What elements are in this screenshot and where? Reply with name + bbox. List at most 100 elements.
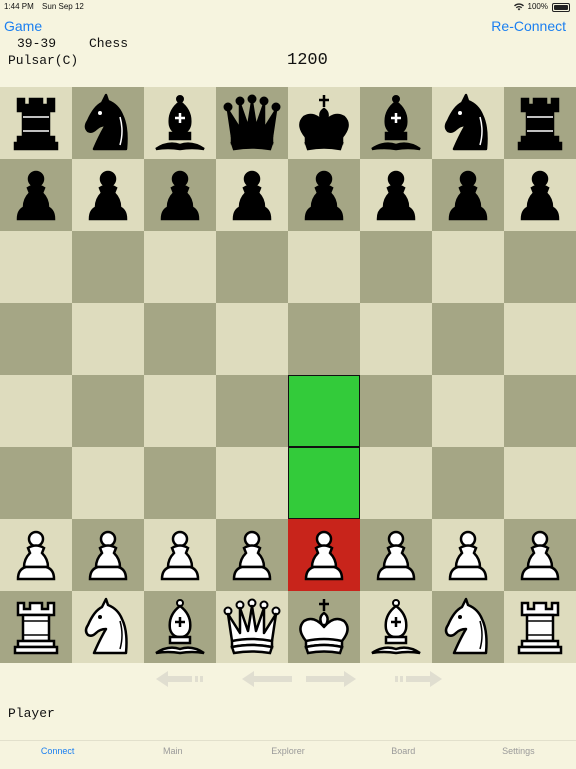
black-king-icon[interactable]: [292, 91, 356, 155]
square-h5[interactable]: [504, 303, 576, 375]
white-pawn-icon[interactable]: [436, 523, 500, 587]
black-bishop-icon[interactable]: [364, 91, 428, 155]
square-b4[interactable]: [72, 375, 144, 447]
square-a5[interactable]: [0, 303, 72, 375]
square-b2[interactable]: [72, 519, 144, 591]
black-pawn-icon[interactable]: [508, 163, 572, 227]
black-queen-icon[interactable]: [220, 91, 284, 155]
tab-connect[interactable]: Connect: [0, 741, 115, 769]
black-rook-icon[interactable]: [4, 91, 68, 155]
square-e2[interactable]: [288, 519, 360, 591]
tab-explorer[interactable]: Explorer: [230, 741, 345, 769]
square-c4[interactable]: [144, 375, 216, 447]
square-e8[interactable]: [288, 87, 360, 159]
square-h8[interactable]: [504, 87, 576, 159]
square-c2[interactable]: [144, 519, 216, 591]
white-bishop-icon[interactable]: [364, 595, 428, 659]
square-b8[interactable]: [72, 87, 144, 159]
last-move-arrow-icon[interactable]: [390, 668, 444, 690]
square-d8[interactable]: [216, 87, 288, 159]
first-move-arrow-icon[interactable]: [154, 668, 208, 690]
square-g3[interactable]: [432, 447, 504, 519]
square-b3[interactable]: [72, 447, 144, 519]
white-pawn-icon[interactable]: [4, 523, 68, 587]
white-knight-icon[interactable]: [436, 595, 500, 659]
square-g1[interactable]: [432, 591, 504, 663]
reconnect-button[interactable]: Re-Connect: [491, 18, 566, 34]
square-a4[interactable]: [0, 375, 72, 447]
black-rook-icon[interactable]: [508, 91, 572, 155]
white-pawn-icon[interactable]: [76, 523, 140, 587]
square-h4[interactable]: [504, 375, 576, 447]
square-c1[interactable]: [144, 591, 216, 663]
square-b7[interactable]: [72, 159, 144, 231]
white-pawn-icon[interactable]: [508, 523, 572, 587]
square-e4[interactable]: [288, 375, 360, 447]
black-pawn-icon[interactable]: [220, 163, 284, 227]
black-bishop-icon[interactable]: [148, 91, 212, 155]
game-button[interactable]: Game: [4, 18, 42, 34]
white-pawn-icon[interactable]: [220, 523, 284, 587]
square-g5[interactable]: [432, 303, 504, 375]
square-e6[interactable]: [288, 231, 360, 303]
square-g6[interactable]: [432, 231, 504, 303]
square-g4[interactable]: [432, 375, 504, 447]
square-d4[interactable]: [216, 375, 288, 447]
square-a8[interactable]: [0, 87, 72, 159]
square-b6[interactable]: [72, 231, 144, 303]
square-f6[interactable]: [360, 231, 432, 303]
prev-move-arrow-icon[interactable]: [240, 668, 294, 690]
white-queen-icon[interactable]: [220, 595, 284, 659]
black-knight-icon[interactable]: [436, 91, 500, 155]
black-knight-icon[interactable]: [76, 91, 140, 155]
square-a6[interactable]: [0, 231, 72, 303]
square-g2[interactable]: [432, 519, 504, 591]
white-rook-icon[interactable]: [508, 595, 572, 659]
square-a2[interactable]: [0, 519, 72, 591]
white-pawn-icon[interactable]: [148, 523, 212, 587]
square-f2[interactable]: [360, 519, 432, 591]
square-c7[interactable]: [144, 159, 216, 231]
square-e7[interactable]: [288, 159, 360, 231]
square-e5[interactable]: [288, 303, 360, 375]
white-pawn-icon[interactable]: [292, 523, 356, 587]
square-h6[interactable]: [504, 231, 576, 303]
black-pawn-icon[interactable]: [292, 163, 356, 227]
square-f1[interactable]: [360, 591, 432, 663]
square-b5[interactable]: [72, 303, 144, 375]
square-d3[interactable]: [216, 447, 288, 519]
square-d7[interactable]: [216, 159, 288, 231]
square-f5[interactable]: [360, 303, 432, 375]
square-c3[interactable]: [144, 447, 216, 519]
tab-main[interactable]: Main: [115, 741, 230, 769]
square-e3[interactable]: [288, 447, 360, 519]
square-a7[interactable]: [0, 159, 72, 231]
next-move-arrow-icon[interactable]: [304, 668, 358, 690]
square-a3[interactable]: [0, 447, 72, 519]
square-f7[interactable]: [360, 159, 432, 231]
square-h1[interactable]: [504, 591, 576, 663]
square-h7[interactable]: [504, 159, 576, 231]
square-g7[interactable]: [432, 159, 504, 231]
square-f4[interactable]: [360, 375, 432, 447]
black-pawn-icon[interactable]: [364, 163, 428, 227]
tab-board[interactable]: Board: [346, 741, 461, 769]
square-d2[interactable]: [216, 519, 288, 591]
square-d6[interactable]: [216, 231, 288, 303]
square-c6[interactable]: [144, 231, 216, 303]
square-c8[interactable]: [144, 87, 216, 159]
white-rook-icon[interactable]: [4, 595, 68, 659]
white-pawn-icon[interactable]: [364, 523, 428, 587]
black-pawn-icon[interactable]: [76, 163, 140, 227]
square-g8[interactable]: [432, 87, 504, 159]
square-f3[interactable]: [360, 447, 432, 519]
square-h2[interactable]: [504, 519, 576, 591]
square-d5[interactable]: [216, 303, 288, 375]
chess-board[interactable]: [0, 87, 576, 663]
white-knight-icon[interactable]: [76, 595, 140, 659]
square-d1[interactable]: [216, 591, 288, 663]
white-bishop-icon[interactable]: [148, 595, 212, 659]
square-c5[interactable]: [144, 303, 216, 375]
white-king-icon[interactable]: [292, 595, 356, 659]
black-pawn-icon[interactable]: [148, 163, 212, 227]
